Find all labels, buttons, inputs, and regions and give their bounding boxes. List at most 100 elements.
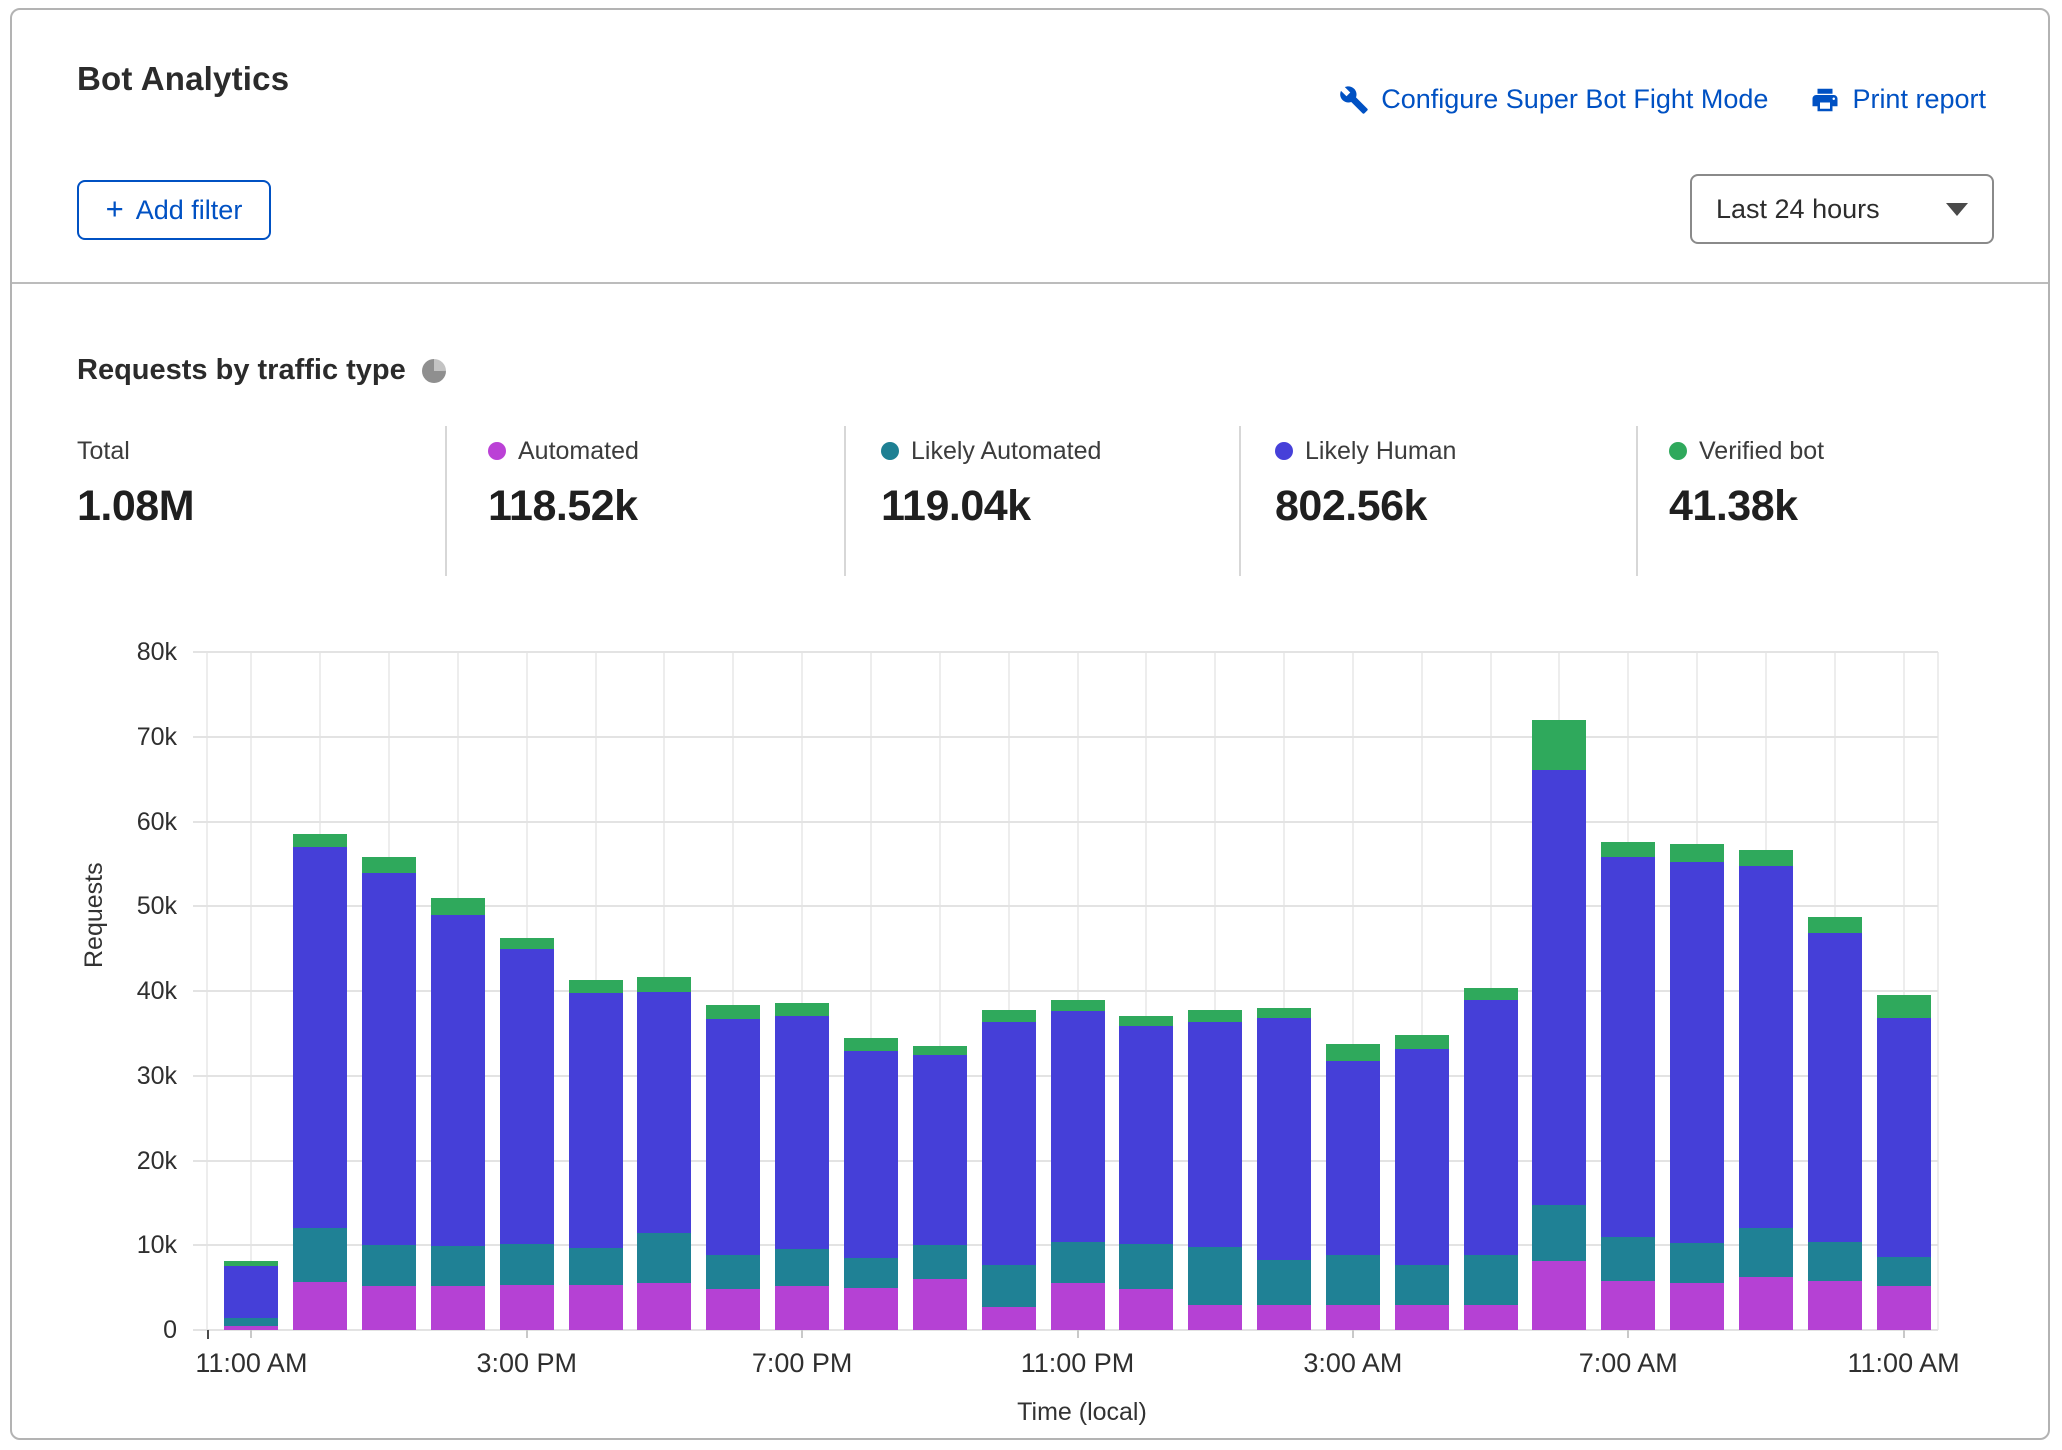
bar-segment-verified-bot[interactable]	[1188, 1010, 1242, 1021]
bar-segment-likely-human[interactable]	[637, 992, 691, 1234]
bar-segment-likely-human[interactable]	[982, 1022, 1036, 1265]
bar[interactable]	[569, 980, 623, 1330]
bar[interactable]	[1877, 995, 1931, 1330]
bar[interactable]	[844, 1038, 898, 1330]
bar-segment-verified-bot[interactable]	[293, 834, 347, 847]
bar-segment-likely-automated[interactable]	[637, 1233, 691, 1283]
bar-segment-verified-bot[interactable]	[637, 977, 691, 991]
bar[interactable]	[431, 898, 485, 1330]
bar[interactable]	[1188, 1010, 1242, 1330]
bar[interactable]	[913, 1046, 967, 1330]
bar-segment-likely-human[interactable]	[706, 1019, 760, 1255]
bar-segment-verified-bot[interactable]	[1601, 842, 1655, 857]
bar-segment-likely-automated[interactable]	[1601, 1237, 1655, 1281]
bar-segment-automated[interactable]	[362, 1286, 416, 1330]
bar-segment-likely-automated[interactable]	[500, 1244, 554, 1285]
bar[interactable]	[706, 1005, 760, 1330]
bar-segment-verified-bot[interactable]	[1119, 1016, 1173, 1025]
bar-segment-likely-automated[interactable]	[1464, 1255, 1518, 1305]
bar-segment-likely-automated[interactable]	[913, 1245, 967, 1279]
bar[interactable]	[637, 977, 691, 1330]
bar[interactable]	[1326, 1044, 1380, 1330]
bar-segment-likely-automated[interactable]	[844, 1258, 898, 1289]
bar-segment-verified-bot[interactable]	[1464, 988, 1518, 1001]
bar[interactable]	[1395, 1035, 1449, 1330]
bar-segment-likely-automated[interactable]	[1808, 1242, 1862, 1281]
bar-segment-verified-bot[interactable]	[1257, 1008, 1311, 1018]
bar-segment-verified-bot[interactable]	[982, 1010, 1036, 1021]
bar-segment-likely-human[interactable]	[1464, 1000, 1518, 1254]
bar[interactable]	[224, 1261, 278, 1330]
bar-segment-likely-human[interactable]	[1119, 1026, 1173, 1244]
bar-segment-likely-human[interactable]	[844, 1051, 898, 1258]
bar-segment-likely-human[interactable]	[569, 993, 623, 1248]
bar-segment-automated[interactable]	[500, 1285, 554, 1330]
bar-segment-automated[interactable]	[1877, 1286, 1931, 1330]
bar-segment-automated[interactable]	[293, 1282, 347, 1330]
bar-segment-likely-human[interactable]	[500, 949, 554, 1244]
bar-segment-verified-bot[interactable]	[431, 898, 485, 915]
bar-segment-likely-automated[interactable]	[293, 1228, 347, 1281]
bar-segment-likely-automated[interactable]	[1119, 1244, 1173, 1290]
bar-segment-likely-automated[interactable]	[1395, 1265, 1449, 1305]
bar-segment-likely-human[interactable]	[1532, 770, 1586, 1206]
bar-segment-likely-human[interactable]	[1808, 933, 1862, 1241]
bar[interactable]	[500, 938, 554, 1330]
bar-segment-automated[interactable]	[844, 1288, 898, 1330]
bar-segment-likely-automated[interactable]	[224, 1318, 278, 1326]
bar-segment-verified-bot[interactable]	[1326, 1044, 1380, 1062]
bar[interactable]	[1119, 1016, 1173, 1330]
bar[interactable]	[1808, 917, 1862, 1330]
bar-segment-verified-bot[interactable]	[913, 1046, 967, 1055]
bar-segment-automated[interactable]	[913, 1279, 967, 1330]
bar-segment-automated[interactable]	[569, 1285, 623, 1330]
bar-segment-automated[interactable]	[431, 1286, 485, 1330]
bar[interactable]	[1601, 842, 1655, 1330]
bar-segment-likely-automated[interactable]	[1877, 1257, 1931, 1286]
bar-segment-likely-automated[interactable]	[775, 1249, 829, 1285]
bar-segment-verified-bot[interactable]	[1808, 917, 1862, 933]
bar-segment-automated[interactable]	[637, 1283, 691, 1330]
bar-segment-likely-human[interactable]	[293, 847, 347, 1228]
bar-segment-verified-bot[interactable]	[1877, 995, 1931, 1018]
bar-segment-verified-bot[interactable]	[500, 938, 554, 950]
bar-segment-automated[interactable]	[1395, 1305, 1449, 1330]
bar[interactable]	[1257, 1008, 1311, 1330]
bar-segment-likely-human[interactable]	[362, 873, 416, 1245]
print-report-link[interactable]: Print report	[1810, 84, 1986, 115]
bar-segment-likely-human[interactable]	[913, 1055, 967, 1245]
bar-segment-automated[interactable]	[1326, 1305, 1380, 1330]
bar-segment-verified-bot[interactable]	[844, 1038, 898, 1051]
bar-segment-likely-automated[interactable]	[569, 1248, 623, 1285]
bar-segment-verified-bot[interactable]	[706, 1005, 760, 1019]
bar-segment-verified-bot[interactable]	[224, 1261, 278, 1266]
bar-segment-likely-human[interactable]	[224, 1266, 278, 1318]
bar[interactable]	[982, 1010, 1036, 1330]
bar[interactable]	[1051, 1000, 1105, 1330]
bar-segment-likely-human[interactable]	[1601, 857, 1655, 1237]
bar-segment-verified-bot[interactable]	[1739, 850, 1793, 866]
bar-segment-automated[interactable]	[1051, 1283, 1105, 1330]
bar-segment-automated[interactable]	[1532, 1261, 1586, 1330]
bar[interactable]	[1670, 844, 1724, 1330]
configure-super-bot-fight-mode-link[interactable]: Configure Super Bot Fight Mode	[1339, 84, 1768, 115]
bar-segment-likely-human[interactable]	[1877, 1018, 1931, 1257]
bar-segment-likely-human[interactable]	[1395, 1049, 1449, 1265]
bar-segment-likely-human[interactable]	[1739, 866, 1793, 1228]
bar-segment-likely-automated[interactable]	[431, 1246, 485, 1286]
bar-segment-automated[interactable]	[982, 1307, 1036, 1330]
bar-segment-automated[interactable]	[1464, 1305, 1518, 1330]
bar[interactable]	[775, 1003, 829, 1330]
bar-segment-likely-human[interactable]	[1257, 1018, 1311, 1260]
bar-segment-likely-human[interactable]	[431, 915, 485, 1246]
bar-segment-verified-bot[interactable]	[1051, 1000, 1105, 1011]
bar-segment-verified-bot[interactable]	[1670, 844, 1724, 862]
bar-segment-likely-human[interactable]	[1051, 1011, 1105, 1242]
bar-segment-automated[interactable]	[1188, 1305, 1242, 1330]
bar-segment-likely-automated[interactable]	[1188, 1247, 1242, 1305]
bar-segment-automated[interactable]	[1739, 1277, 1793, 1330]
bar-segment-automated[interactable]	[1601, 1281, 1655, 1330]
add-filter-button[interactable]: + Add filter	[77, 180, 271, 240]
bar-segment-likely-automated[interactable]	[362, 1245, 416, 1286]
bar-segment-likely-automated[interactable]	[1257, 1260, 1311, 1305]
